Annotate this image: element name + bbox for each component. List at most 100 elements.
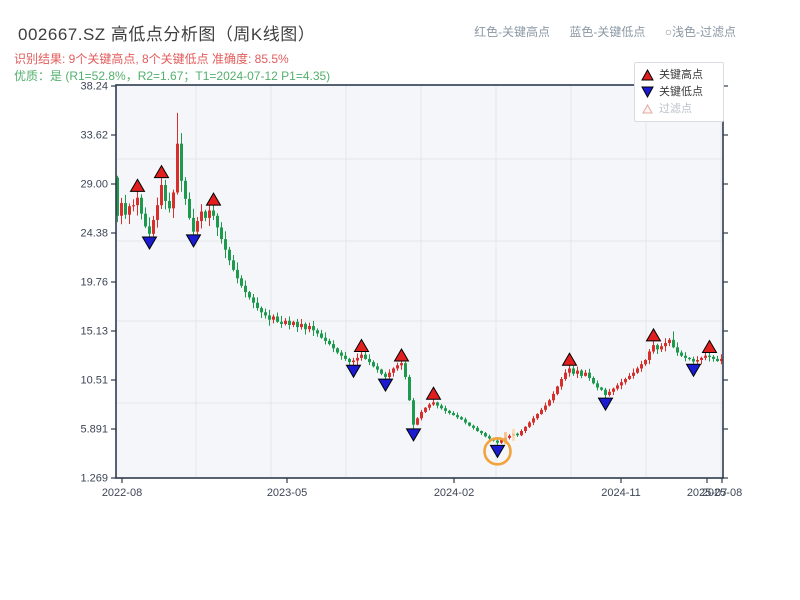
candle-body xyxy=(124,203,127,215)
candle-body xyxy=(288,320,291,325)
candle-body xyxy=(196,221,199,232)
candle-body xyxy=(280,321,283,324)
candle-body xyxy=(204,211,207,218)
candle-body xyxy=(644,359,647,365)
candle-body xyxy=(336,348,339,353)
candle-body xyxy=(244,285,247,293)
candle-body xyxy=(332,344,335,349)
candle-body xyxy=(344,355,347,359)
candle-body xyxy=(372,362,375,367)
candle-body xyxy=(672,339,675,348)
y-tick-label: 15.13 xyxy=(80,326,108,338)
candle-body xyxy=(620,382,623,386)
candle-body xyxy=(304,323,307,330)
candle-body xyxy=(524,426,527,432)
candle-body xyxy=(604,389,607,395)
candle-body xyxy=(712,356,715,359)
candle-body xyxy=(152,220,155,234)
y-tick-label: 29.00 xyxy=(80,179,108,191)
candle-body xyxy=(688,357,691,360)
candle-body xyxy=(624,379,627,383)
candle-body xyxy=(608,391,611,395)
candle-body xyxy=(484,433,487,437)
x-tick-label: 2023-05 xyxy=(267,487,307,499)
candle-body xyxy=(424,407,427,412)
candle-body xyxy=(564,372,567,380)
candle-body xyxy=(188,198,191,218)
plot-area xyxy=(116,85,723,478)
candle-body xyxy=(236,269,239,279)
candle-body xyxy=(544,405,547,410)
candle-body xyxy=(636,368,639,373)
candle-body xyxy=(316,330,319,334)
candle-body xyxy=(164,185,167,201)
candle-body xyxy=(668,339,671,344)
candle-body xyxy=(208,210,211,218)
candle-body xyxy=(176,143,179,193)
candle-body xyxy=(184,180,187,199)
candle-body xyxy=(456,415,459,418)
candle-body xyxy=(476,427,479,432)
candle-body xyxy=(300,323,303,328)
candle-body xyxy=(516,433,519,436)
candle-body xyxy=(228,249,231,261)
candle-body xyxy=(120,203,123,216)
legend-key-high-label: 关键高点 xyxy=(659,68,703,81)
candle-body xyxy=(568,368,571,373)
candle-body xyxy=(136,197,139,206)
candle-body xyxy=(452,412,455,416)
chart-legend: 关键高点 关键低点 过滤点 xyxy=(634,62,724,122)
candle-body xyxy=(556,386,559,394)
x-tick-label: 2022-08 xyxy=(102,487,142,499)
candle-body xyxy=(296,321,299,328)
candle-body xyxy=(444,408,447,411)
candle-body xyxy=(692,358,695,362)
candle-body xyxy=(308,326,311,330)
candle-body xyxy=(216,215,219,228)
candle-body xyxy=(380,369,383,374)
candle-body xyxy=(408,376,411,401)
candle-body xyxy=(488,436,491,439)
candle-body xyxy=(348,358,351,363)
candle-body xyxy=(592,378,595,384)
candle-body xyxy=(700,357,703,360)
legend-key-low-label: 关键低点 xyxy=(659,85,703,98)
legend-item-key-low: 关键低点 xyxy=(641,86,717,98)
candle-body xyxy=(272,316,275,320)
y-tick-label: 38.24 xyxy=(80,81,108,93)
candle-body xyxy=(676,347,679,353)
candle-body xyxy=(156,205,159,221)
candle-body xyxy=(392,368,395,373)
candle-body xyxy=(252,297,255,303)
candle-body xyxy=(428,404,431,408)
x-tick-label: 2024-11 xyxy=(601,487,641,499)
candle-body xyxy=(328,340,331,345)
candle-body xyxy=(260,308,263,313)
candle-body xyxy=(584,372,587,376)
legend-item-key-high: 关键高点 xyxy=(641,68,717,81)
candle-body xyxy=(716,358,719,362)
candle-body xyxy=(400,363,403,366)
y-tick-label: 1.269 xyxy=(80,473,108,485)
candle-body xyxy=(340,352,343,356)
app-window: 002667.SZ 高低点分析图（周K线图） 识别结果: 9个关键高点, 8个关… xyxy=(0,0,800,600)
candle-body xyxy=(248,292,251,298)
candle-body xyxy=(572,368,575,374)
candle-body xyxy=(212,210,215,216)
candle-body xyxy=(612,388,615,392)
candle-body xyxy=(192,217,195,232)
candle-body xyxy=(312,326,315,331)
candle-body xyxy=(320,333,323,338)
candle-body xyxy=(468,422,471,426)
candle-body xyxy=(596,383,599,388)
candle-body xyxy=(560,379,563,387)
candle-body xyxy=(448,410,451,413)
candle-body xyxy=(648,351,651,360)
candle-body xyxy=(536,414,539,419)
candle-body xyxy=(128,206,131,215)
candle-body xyxy=(548,400,551,406)
candle-body xyxy=(284,320,287,324)
candle-body xyxy=(416,418,419,425)
candle-body xyxy=(132,205,135,207)
candle-body xyxy=(232,260,235,270)
